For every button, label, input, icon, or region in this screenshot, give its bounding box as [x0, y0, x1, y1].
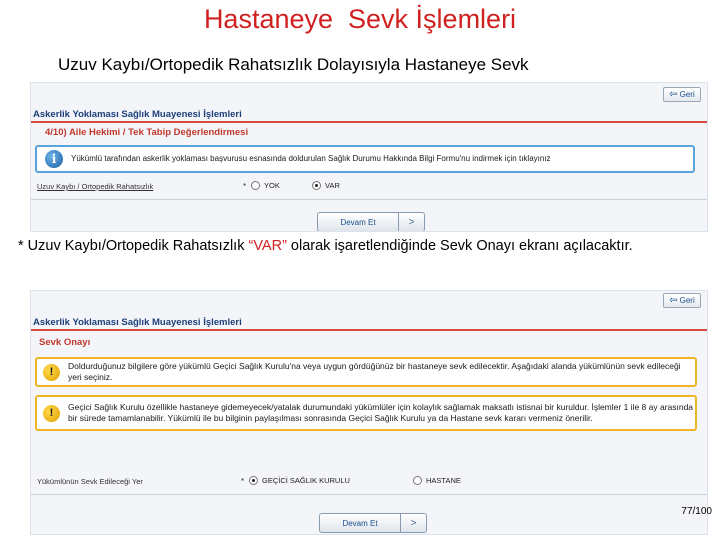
note-highlight: “VAR”	[248, 238, 287, 254]
screenshot-panel-referral: ⇦ Geri Askerlik Yoklaması Sağlık Muayene…	[30, 290, 708, 535]
continue-button-label: Devam Et	[340, 217, 376, 227]
back-arrow-icon: ⇦	[669, 89, 678, 100]
continue-button-label: Devam Et	[342, 518, 378, 528]
header-divider	[31, 121, 707, 123]
slide-title: Hastaneye Sevk İşlemleri	[203, 4, 517, 34]
slide-subtitle: Uzuv Kaybı/Ortopedik Rahatsızlık Dolayıs…	[58, 55, 529, 74]
field-divider	[31, 494, 707, 495]
warning-icon: !	[43, 363, 60, 381]
panel-header: Askerlik Yoklaması Sağlık Muayenesi İşle…	[33, 317, 242, 328]
continue-button[interactable]: Devam Et >	[319, 513, 427, 533]
radio-hospital[interactable]: HASTANE	[413, 476, 461, 485]
back-button-label: Geri	[679, 296, 695, 305]
continue-button[interactable]: Devam Et >	[317, 212, 425, 231]
radio-circle-icon[interactable]	[413, 476, 422, 485]
warning-text-2: Geçici Sağlık Kurulu özellikle hastaneye…	[68, 402, 694, 423]
radio-yok[interactable]: YOK	[251, 181, 280, 190]
warning-box-2: ! Geçici Sağlık Kurulu özellikle hastane…	[35, 395, 697, 431]
page-number: 77/100	[681, 506, 712, 517]
panel-header: Askerlik Yoklaması Sağlık Muayenesi İşle…	[33, 109, 242, 120]
radio-yok-label: YOK	[264, 181, 280, 190]
radio-temporary-board-label: GEÇİCİ SAĞLIK KURULU	[262, 476, 350, 485]
back-button-label: Geri	[679, 90, 695, 99]
radio-hospital-label: HASTANE	[426, 476, 461, 485]
header-divider	[31, 329, 707, 331]
required-mark: *	[243, 182, 247, 191]
warning-box-1: ! Doldurduğunuz bilgilere göre yükümlü G…	[35, 357, 697, 387]
section-title: Sevk Onayı	[39, 337, 91, 348]
radio-var[interactable]: VAR	[312, 181, 340, 190]
warning-icon: !	[43, 404, 60, 422]
screenshot-panel-assessment: ⇦ Geri Askerlik Yoklaması Sağlık Muayene…	[30, 82, 708, 232]
field-divider	[31, 199, 707, 200]
step-title: 4/10) Aile Hekimi / Tek Tabip Değerlendi…	[45, 127, 249, 138]
instruction-note: * Uzuv Kaybı/Ortopedik Rahatsızlık “VAR”…	[18, 236, 693, 256]
info-box[interactable]: i Yükümlü tarafından askerlik yoklaması …	[35, 145, 695, 173]
info-text[interactable]: Yükümlü tarafından askerlik yoklaması ba…	[71, 154, 551, 164]
back-button[interactable]: ⇦ Geri	[663, 87, 701, 102]
warning-text-1: Doldurduğunuz bilgilere göre yükümlü Geç…	[68, 361, 681, 382]
radio-selected-icon[interactable]	[249, 476, 258, 485]
back-button[interactable]: ⇦ Geri	[663, 293, 701, 308]
chevron-right-icon: >	[398, 213, 424, 231]
radio-selected-icon[interactable]	[312, 181, 321, 190]
radio-var-label: VAR	[325, 181, 340, 190]
chevron-right-icon: >	[400, 514, 426, 532]
back-arrow-icon: ⇦	[669, 295, 678, 306]
field-label-limb-loss: Uzuv Kaybı / Ortopedik Rahatsızlık	[37, 182, 154, 191]
info-icon: i	[45, 150, 63, 168]
note-suffix: olarak işaretlendiğinde Sevk Onayı ekran…	[286, 238, 633, 254]
required-mark: *	[241, 477, 245, 486]
radio-temporary-board[interactable]: GEÇİCİ SAĞLIK KURULU	[249, 476, 350, 485]
note-prefix: * Uzuv Kaybı/Ortopedik Rahatsızlık	[18, 238, 249, 254]
field-label-referral-place: Yükümlünün Sevk Edileceği Yer	[37, 477, 143, 486]
radio-circle-icon[interactable]	[251, 181, 260, 190]
